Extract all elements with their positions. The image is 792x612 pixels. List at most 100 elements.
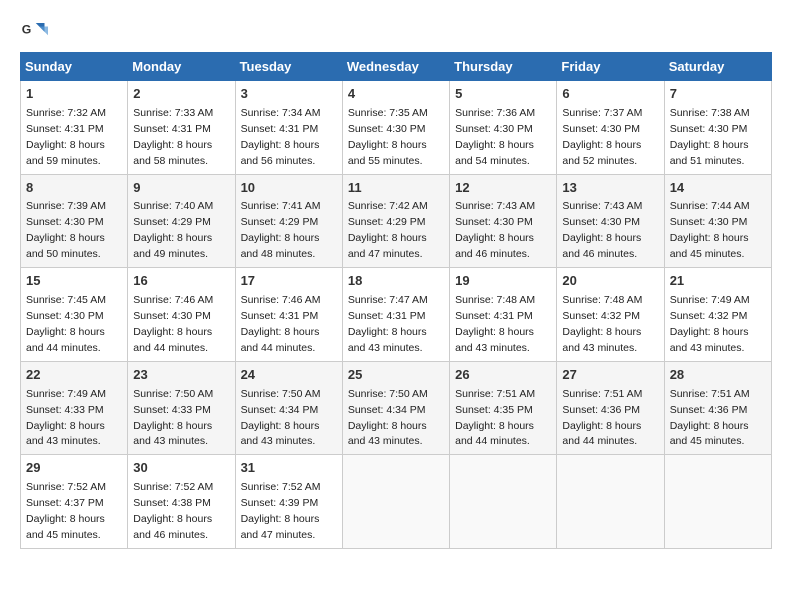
- page-header: G: [20, 16, 772, 44]
- calendar-week-1: 1 Sunrise: 7:32 AMSunset: 4:31 PMDayligh…: [21, 81, 772, 175]
- calendar-cell: 9 Sunrise: 7:40 AMSunset: 4:29 PMDayligh…: [128, 174, 235, 268]
- calendar-cell: 28 Sunrise: 7:51 AMSunset: 4:36 PMDaylig…: [664, 361, 771, 455]
- calendar-cell: 16 Sunrise: 7:46 AMSunset: 4:30 PMDaylig…: [128, 268, 235, 362]
- day-number: 2: [133, 85, 229, 104]
- cell-info: Sunrise: 7:50 AMSunset: 4:34 PMDaylight:…: [348, 388, 428, 448]
- cell-info: Sunrise: 7:50 AMSunset: 4:34 PMDaylight:…: [241, 388, 321, 448]
- day-number: 6: [562, 85, 658, 104]
- logo-icon: G: [20, 16, 48, 44]
- calendar-cell: 11 Sunrise: 7:42 AMSunset: 4:29 PMDaylig…: [342, 174, 449, 268]
- calendar-cell: 5 Sunrise: 7:36 AMSunset: 4:30 PMDayligh…: [450, 81, 557, 175]
- calendar-cell: 25 Sunrise: 7:50 AMSunset: 4:34 PMDaylig…: [342, 361, 449, 455]
- day-number: 8: [26, 179, 122, 198]
- calendar-cell: [342, 455, 449, 549]
- cell-info: Sunrise: 7:52 AMSunset: 4:37 PMDaylight:…: [26, 481, 106, 541]
- day-header-friday: Friday: [557, 53, 664, 81]
- calendar-cell: 12 Sunrise: 7:43 AMSunset: 4:30 PMDaylig…: [450, 174, 557, 268]
- day-number: 17: [241, 272, 337, 291]
- calendar-cell: [557, 455, 664, 549]
- cell-info: Sunrise: 7:50 AMSunset: 4:33 PMDaylight:…: [133, 388, 213, 448]
- day-number: 12: [455, 179, 551, 198]
- calendar-cell: 14 Sunrise: 7:44 AMSunset: 4:30 PMDaylig…: [664, 174, 771, 268]
- calendar-header: SundayMondayTuesdayWednesdayThursdayFrid…: [21, 53, 772, 81]
- day-number: 4: [348, 85, 444, 104]
- calendar-cell: 17 Sunrise: 7:46 AMSunset: 4:31 PMDaylig…: [235, 268, 342, 362]
- cell-info: Sunrise: 7:40 AMSunset: 4:29 PMDaylight:…: [133, 200, 213, 260]
- cell-info: Sunrise: 7:41 AMSunset: 4:29 PMDaylight:…: [241, 200, 321, 260]
- cell-info: Sunrise: 7:33 AMSunset: 4:31 PMDaylight:…: [133, 107, 213, 167]
- day-number: 13: [562, 179, 658, 198]
- calendar-week-5: 29 Sunrise: 7:52 AMSunset: 4:37 PMDaylig…: [21, 455, 772, 549]
- cell-info: Sunrise: 7:48 AMSunset: 4:31 PMDaylight:…: [455, 294, 535, 354]
- day-number: 20: [562, 272, 658, 291]
- cell-info: Sunrise: 7:38 AMSunset: 4:30 PMDaylight:…: [670, 107, 750, 167]
- cell-info: Sunrise: 7:49 AMSunset: 4:33 PMDaylight:…: [26, 388, 106, 448]
- day-number: 26: [455, 366, 551, 385]
- calendar-cell: 21 Sunrise: 7:49 AMSunset: 4:32 PMDaylig…: [664, 268, 771, 362]
- calendar-cell: 13 Sunrise: 7:43 AMSunset: 4:30 PMDaylig…: [557, 174, 664, 268]
- day-header-sunday: Sunday: [21, 53, 128, 81]
- day-header-monday: Monday: [128, 53, 235, 81]
- cell-info: Sunrise: 7:51 AMSunset: 4:36 PMDaylight:…: [562, 388, 642, 448]
- day-number: 16: [133, 272, 229, 291]
- cell-info: Sunrise: 7:32 AMSunset: 4:31 PMDaylight:…: [26, 107, 106, 167]
- day-number: 27: [562, 366, 658, 385]
- calendar-cell: 29 Sunrise: 7:52 AMSunset: 4:37 PMDaylig…: [21, 455, 128, 549]
- cell-info: Sunrise: 7:44 AMSunset: 4:30 PMDaylight:…: [670, 200, 750, 260]
- cell-info: Sunrise: 7:46 AMSunset: 4:30 PMDaylight:…: [133, 294, 213, 354]
- cell-info: Sunrise: 7:52 AMSunset: 4:38 PMDaylight:…: [133, 481, 213, 541]
- cell-info: Sunrise: 7:47 AMSunset: 4:31 PMDaylight:…: [348, 294, 428, 354]
- day-number: 1: [26, 85, 122, 104]
- calendar-week-3: 15 Sunrise: 7:45 AMSunset: 4:30 PMDaylig…: [21, 268, 772, 362]
- calendar-cell: 10 Sunrise: 7:41 AMSunset: 4:29 PMDaylig…: [235, 174, 342, 268]
- cell-info: Sunrise: 7:49 AMSunset: 4:32 PMDaylight:…: [670, 294, 750, 354]
- calendar-cell: 26 Sunrise: 7:51 AMSunset: 4:35 PMDaylig…: [450, 361, 557, 455]
- day-header-tuesday: Tuesday: [235, 53, 342, 81]
- day-number: 28: [670, 366, 766, 385]
- day-number: 11: [348, 179, 444, 198]
- svg-text:G: G: [22, 23, 32, 37]
- day-number: 24: [241, 366, 337, 385]
- cell-info: Sunrise: 7:34 AMSunset: 4:31 PMDaylight:…: [241, 107, 321, 167]
- calendar-cell: 8 Sunrise: 7:39 AMSunset: 4:30 PMDayligh…: [21, 174, 128, 268]
- cell-info: Sunrise: 7:52 AMSunset: 4:39 PMDaylight:…: [241, 481, 321, 541]
- calendar-cell: 1 Sunrise: 7:32 AMSunset: 4:31 PMDayligh…: [21, 81, 128, 175]
- day-number: 19: [455, 272, 551, 291]
- cell-info: Sunrise: 7:42 AMSunset: 4:29 PMDaylight:…: [348, 200, 428, 260]
- day-number: 23: [133, 366, 229, 385]
- logo: G: [20, 16, 52, 44]
- day-number: 15: [26, 272, 122, 291]
- day-number: 14: [670, 179, 766, 198]
- calendar-week-4: 22 Sunrise: 7:49 AMSunset: 4:33 PMDaylig…: [21, 361, 772, 455]
- calendar-cell: 4 Sunrise: 7:35 AMSunset: 4:30 PMDayligh…: [342, 81, 449, 175]
- day-number: 22: [26, 366, 122, 385]
- day-number: 7: [670, 85, 766, 104]
- calendar-table: SundayMondayTuesdayWednesdayThursdayFrid…: [20, 52, 772, 549]
- day-header-wednesday: Wednesday: [342, 53, 449, 81]
- day-number: 25: [348, 366, 444, 385]
- day-number: 3: [241, 85, 337, 104]
- calendar-cell: 15 Sunrise: 7:45 AMSunset: 4:30 PMDaylig…: [21, 268, 128, 362]
- cell-info: Sunrise: 7:39 AMSunset: 4:30 PMDaylight:…: [26, 200, 106, 260]
- cell-info: Sunrise: 7:48 AMSunset: 4:32 PMDaylight:…: [562, 294, 642, 354]
- cell-info: Sunrise: 7:37 AMSunset: 4:30 PMDaylight:…: [562, 107, 642, 167]
- day-header-thursday: Thursday: [450, 53, 557, 81]
- cell-info: Sunrise: 7:51 AMSunset: 4:35 PMDaylight:…: [455, 388, 535, 448]
- calendar-cell: 27 Sunrise: 7:51 AMSunset: 4:36 PMDaylig…: [557, 361, 664, 455]
- calendar-cell: 3 Sunrise: 7:34 AMSunset: 4:31 PMDayligh…: [235, 81, 342, 175]
- calendar-cell: 18 Sunrise: 7:47 AMSunset: 4:31 PMDaylig…: [342, 268, 449, 362]
- day-number: 10: [241, 179, 337, 198]
- day-number: 18: [348, 272, 444, 291]
- calendar-cell: 2 Sunrise: 7:33 AMSunset: 4:31 PMDayligh…: [128, 81, 235, 175]
- day-header-saturday: Saturday: [664, 53, 771, 81]
- calendar-body: 1 Sunrise: 7:32 AMSunset: 4:31 PMDayligh…: [21, 81, 772, 549]
- calendar-cell: 20 Sunrise: 7:48 AMSunset: 4:32 PMDaylig…: [557, 268, 664, 362]
- cell-info: Sunrise: 7:46 AMSunset: 4:31 PMDaylight:…: [241, 294, 321, 354]
- day-number: 29: [26, 459, 122, 478]
- day-number: 30: [133, 459, 229, 478]
- calendar-cell: 6 Sunrise: 7:37 AMSunset: 4:30 PMDayligh…: [557, 81, 664, 175]
- calendar-cell: 31 Sunrise: 7:52 AMSunset: 4:39 PMDaylig…: [235, 455, 342, 549]
- calendar-cell: 30 Sunrise: 7:52 AMSunset: 4:38 PMDaylig…: [128, 455, 235, 549]
- day-number: 5: [455, 85, 551, 104]
- calendar-cell: [450, 455, 557, 549]
